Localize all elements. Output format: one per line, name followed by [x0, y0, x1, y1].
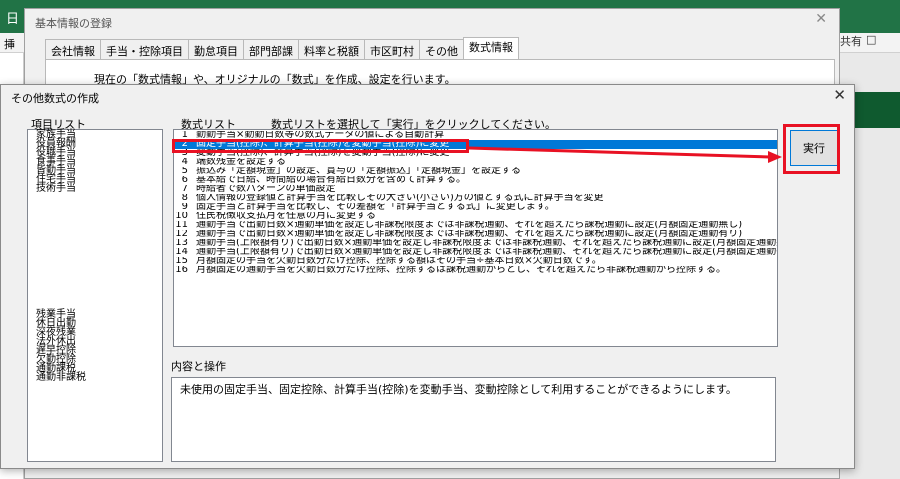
- formula-row[interactable]: 12 通勤手当で出勤日数×通勤単価を設定し非課税限度までは非課税通勤、それを超えた…: [174, 230, 777, 239]
- formula-row[interactable]: 5 振込み「定額現金」の設定、賞与の「定額振込」「定額現金」を設定する: [174, 167, 777, 176]
- tab-other[interactable]: その他: [419, 39, 464, 59]
- formula-row[interactable]: 16 月額固定の通勤手当を欠勤日数分だけ控除、控除するは課税通勤からとし、それを超…: [174, 266, 777, 275]
- formula-row[interactable]: 13 通勤手当(上限額有り)で出勤日数×通勤単価を設定し非課税限度までは非課税通勤…: [174, 239, 777, 248]
- formula-row[interactable]: 8 個人情報の登録値と計算手当を比較しその大きい(小さい)方の値とする式に計算手当…: [174, 194, 777, 203]
- formula-list[interactable]: 1 勤勤手当×勤勤日数等の数式データの値による自動計算 2 固定手当(控除)、計算手当…: [173, 129, 778, 347]
- formula-number: 6: [181, 176, 188, 185]
- formula-number: 10: [175, 212, 188, 221]
- formula-text: 住民税徴収支払月を任意の月に変更する: [196, 212, 376, 221]
- tab-allowance-deduction[interactable]: 手当・控除項目: [100, 39, 189, 59]
- tab-formula-info[interactable]: 数式情報: [463, 37, 519, 59]
- basic-info-title: 基本情報の登録: [35, 17, 112, 30]
- content-text: 未使用の固定手当、固定控除、計算手当(控除)を変動手当、変動控除として利用するこ…: [180, 383, 737, 396]
- formula-number: 7: [181, 185, 188, 194]
- formula-row[interactable]: 11 通勤手当で出勤日数×通勤単価を設定し非課税限度までは非課税通勤、それを超えた…: [174, 221, 777, 230]
- formula-row[interactable]: 7 時給者で数パターンの単価設定: [174, 185, 777, 194]
- tab-municipality[interactable]: 市区町村: [364, 39, 420, 59]
- formula-text: 通勤手当(上限額有り)で出勤日数×通勤単価を設定し非課税限度までは非課税通勤、そ…: [196, 248, 777, 257]
- formula-text: 固定手当と計算手当を比較し、その差額を「計算手当とする式」に変更します。: [196, 203, 555, 212]
- formula-number: 14: [175, 248, 188, 257]
- formula-row[interactable]: 4 端数残金を設定する: [174, 158, 777, 167]
- formula-number: 9: [181, 203, 188, 212]
- formula-text: 振込み「定額現金」の設定、賞与の「定額振込」「定額現金」を設定する: [196, 167, 521, 176]
- formula-text: 時給者で数パターンの単価設定: [196, 185, 336, 194]
- list-item[interactable]: 技術手当: [36, 184, 76, 194]
- tab-company-info[interactable]: 会社情報: [45, 39, 101, 59]
- excel-sheet-header: [854, 92, 900, 128]
- formula-number: 13: [175, 239, 188, 248]
- formula-number: 4: [181, 158, 188, 167]
- run-button-highlight: [783, 124, 840, 174]
- share-label: 共有: [840, 35, 862, 48]
- formula-number: 5: [181, 167, 188, 176]
- comment-button[interactable]: □: [866, 33, 898, 51]
- dialog-title: その他数式の作成: [11, 92, 99, 105]
- tab-rates-taxes[interactable]: 料率と税額: [298, 39, 365, 59]
- formula-text: 通勤手当で出勤日数×通勤単価を設定し非課税限度までは非課税通勤、それを超えたら課…: [196, 230, 743, 239]
- content-box: 未使用の固定手当、固定控除、計算手当(控除)を変動手当、変動控除として利用するこ…: [171, 377, 776, 462]
- formula-number: 8: [181, 194, 188, 203]
- ribbon-insert-tab[interactable]: 挿: [4, 36, 15, 52]
- formula-number: 12: [175, 230, 188, 239]
- formula-number: 15: [175, 257, 188, 266]
- tab-department[interactable]: 部門部課: [243, 39, 299, 59]
- formula-number: 1: [181, 131, 188, 140]
- formula-text: 月額固定の手当を欠勤日数分だけ控除、控除する額はその手当÷基本日数×欠勤日数です…: [196, 257, 602, 266]
- formula-row[interactable]: 10 住民税徴収支払月を任意の月に変更する: [174, 212, 777, 221]
- formula-text: 端数残金を設定する: [196, 158, 286, 167]
- selected-formula-highlight: [172, 139, 469, 153]
- formula-text: 基本給で日給、時間給の場合有給日数分を含めて計算する。: [196, 176, 466, 185]
- content-label: 内容と操作: [171, 360, 226, 373]
- formula-text: 個人情報の登録値と計算手当を比較しその大きい(小さい)方の値とする式に計算手当を…: [196, 194, 604, 203]
- basic-info-close-button[interactable]: ✕: [815, 11, 827, 27]
- basic-info-tabs: 会社情報 手当・控除項目 勤怠項目 部門部課 料率と税額 市区町村 その他 数式…: [45, 37, 519, 59]
- formula-number: 16: [175, 266, 188, 275]
- dialog-close-button[interactable]: ✕: [833, 86, 846, 104]
- formula-number: 11: [175, 221, 188, 230]
- excel-save-icon[interactable]: 日: [6, 8, 19, 27]
- formula-row[interactable]: 6 基本給で日給、時間給の場合有給日数分を含めて計算する。: [174, 176, 777, 185]
- formula-row[interactable]: 14 通勤手当(上限額有り)で出勤日数×通勤単価を設定し非課税限度までは非課税通勤…: [174, 248, 777, 257]
- formula-text: 月額固定の通勤手当を欠勤日数分だけ控除、控除するは課税通勤からとし、それを超えた…: [196, 266, 726, 275]
- formula-row[interactable]: 9 固定手当と計算手当を比較し、その差額を「計算手当とする式」に変更します。: [174, 203, 777, 212]
- item-list[interactable]: 家族手当 役員報酬 役職手当 食事手当 皆勤手当 住宅手当 技術手当 残業手当 …: [27, 129, 163, 462]
- tab-attendance[interactable]: 勤怠項目: [188, 39, 244, 59]
- list-item[interactable]: 通勤非課税: [36, 373, 86, 383]
- formula-row[interactable]: 15 月額固定の手当を欠勤日数分だけ控除、控除する額はその手当÷基本日数×欠勤日数…: [174, 257, 777, 266]
- formula-text: 通勤手当で出勤日数×通勤単価を設定し非課税限度までは非課税通勤、それを超えたら課…: [196, 221, 743, 230]
- formula-text: 通勤手当(上限額有り)で出勤日数×通勤単価を設定し非課税限度までは非課税通勤、そ…: [196, 239, 777, 248]
